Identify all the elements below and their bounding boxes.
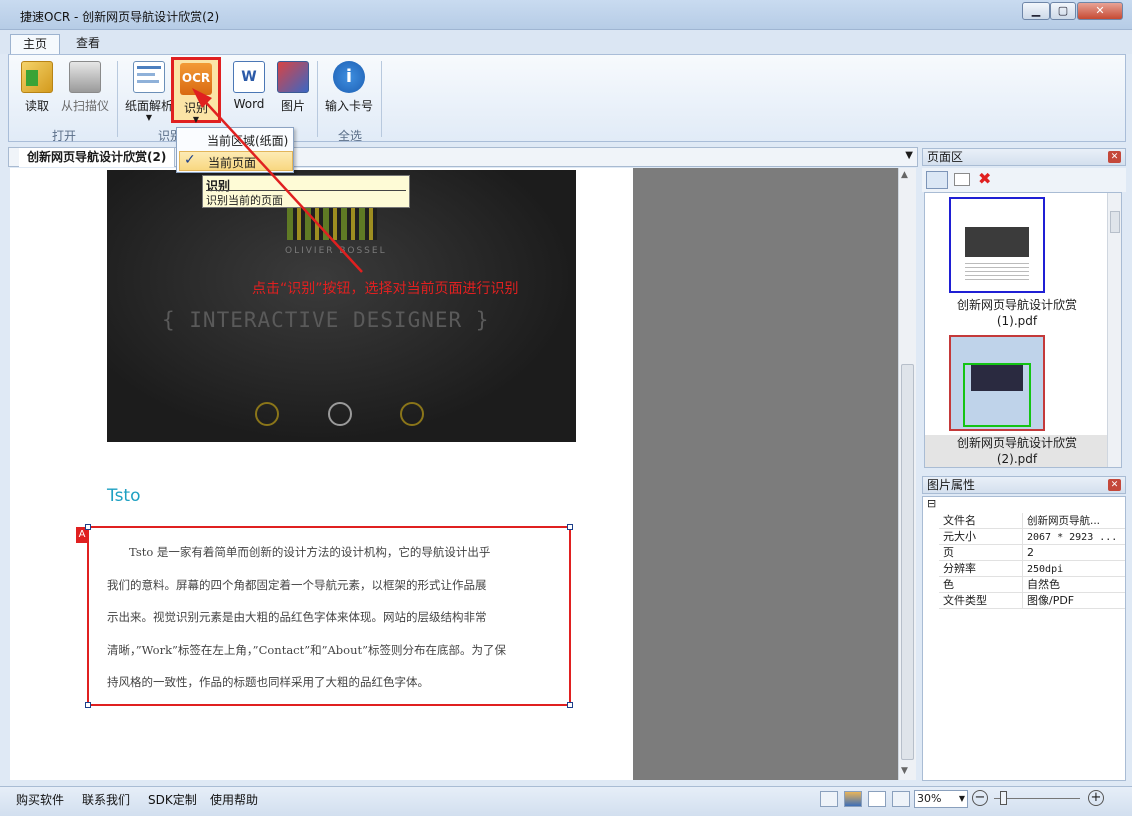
close-icon[interactable]: ✕ xyxy=(1108,151,1121,163)
properties-panel-title: 图片属性 xyxy=(927,478,976,492)
properties-table: 文件名 创新网页导航... 元大小 2067 * 2923 ... 页2 分辨率 25… xyxy=(939,513,1125,609)
contact-link[interactable]: 联系我们 xyxy=(82,791,130,808)
chevron-down-icon: ▼ xyxy=(958,794,965,803)
property-row: 文件名 创新网页导航... xyxy=(939,513,1125,529)
pages-toolbar: ✖ xyxy=(922,168,1126,192)
delete-icon[interactable]: ✖ xyxy=(978,169,991,188)
zoom-select[interactable]: 30% ▼ xyxy=(914,790,968,808)
thumbnail-image xyxy=(965,227,1029,257)
property-key: 元大小 xyxy=(939,529,1023,544)
scroll-thumb[interactable] xyxy=(1110,211,1120,233)
thumbnail-page-2[interactable] xyxy=(949,335,1045,431)
thumbnail-text xyxy=(965,263,1029,283)
pages-panel-title: 页面区 xyxy=(927,150,964,164)
collapse-icon[interactable]: ⊟ xyxy=(927,497,936,510)
properties-grid: ⊟ 文件名 创新网页导航... 元大小 2067 * 2923 ... 页2 分辨率… xyxy=(922,496,1126,781)
thumbnail-page-1[interactable] xyxy=(949,197,1045,293)
thumbnail-caption: 创新网页导航设计欣赏 (2).pdf xyxy=(925,435,1109,467)
close-icon[interactable]: ✕ xyxy=(1108,479,1121,491)
page-thumbnails: 创新网页导航设计欣赏 (1).pdf 创新网页导航设计欣赏 (2).pdf xyxy=(924,192,1122,468)
property-key: 文件类型 xyxy=(939,593,1023,608)
property-value: 2067 * 2923 ... xyxy=(1027,532,1118,543)
zoom-slider-thumb[interactable] xyxy=(1000,791,1007,805)
property-row: 文件类型 图像/PDF xyxy=(939,593,1125,609)
thumbnails-scrollbar[interactable] xyxy=(1107,193,1121,467)
property-value: 图像/PDF xyxy=(1027,594,1075,607)
thumbnail-caption-line: (2).pdf xyxy=(996,452,1038,466)
thumbnail-caption: 创新网页导航设计欣赏 (1).pdf xyxy=(925,297,1109,329)
property-value: 创新网页导航... xyxy=(1027,515,1101,527)
property-key: 分辨率 xyxy=(939,561,1023,576)
property-key: 色 xyxy=(939,577,1023,592)
property-value: 自然色 xyxy=(1027,578,1060,591)
page-view-icon[interactable] xyxy=(954,173,970,186)
property-key: 页 xyxy=(939,545,1023,560)
thumbnail-caption-line: (1).pdf xyxy=(996,314,1038,328)
pages-panel-header: 页面区 ✕ xyxy=(922,148,1126,166)
property-row: 色自然色 xyxy=(939,577,1125,593)
zoom-value: 30% xyxy=(917,792,942,805)
thumbnail-view-icon[interactable] xyxy=(926,171,948,189)
help-link[interactable]: 使用帮助 xyxy=(210,791,258,808)
image-view-icon[interactable] xyxy=(844,791,862,807)
property-row: 分辨率 250dpi xyxy=(939,561,1125,577)
property-key: 文件名 xyxy=(939,513,1023,528)
thumbnail-caption-line: 创新网页导航设计欣赏 xyxy=(956,436,1077,450)
fit-page-icon[interactable] xyxy=(820,791,838,807)
property-row: 元大小 2067 * 2923 ... xyxy=(939,529,1125,545)
text-view-icon[interactable] xyxy=(868,791,886,807)
status-bar: 购买软件 联系我们 SDK定制 使用帮助 30% ▼ − + xyxy=(0,786,1132,816)
annotation-text: 点击“识别”按钮，选择对当前页面进行识别 xyxy=(252,281,519,297)
zoom-out-icon[interactable]: − xyxy=(972,790,988,806)
thumbnail-image xyxy=(971,365,1023,391)
properties-panel-header: 图片属性 ✕ xyxy=(922,476,1126,494)
thumbnail-caption-line: 创新网页导航设计欣赏 xyxy=(956,298,1077,312)
split-view-icon[interactable] xyxy=(892,791,910,807)
property-row: 页2 xyxy=(939,545,1125,561)
zoom-in-icon[interactable]: + xyxy=(1088,790,1104,806)
property-value: 250dpi xyxy=(1027,564,1064,575)
property-value: 2 xyxy=(1027,546,1034,559)
buy-link[interactable]: 购买软件 xyxy=(16,791,64,808)
sdk-link[interactable]: SDK定制 xyxy=(148,791,197,808)
